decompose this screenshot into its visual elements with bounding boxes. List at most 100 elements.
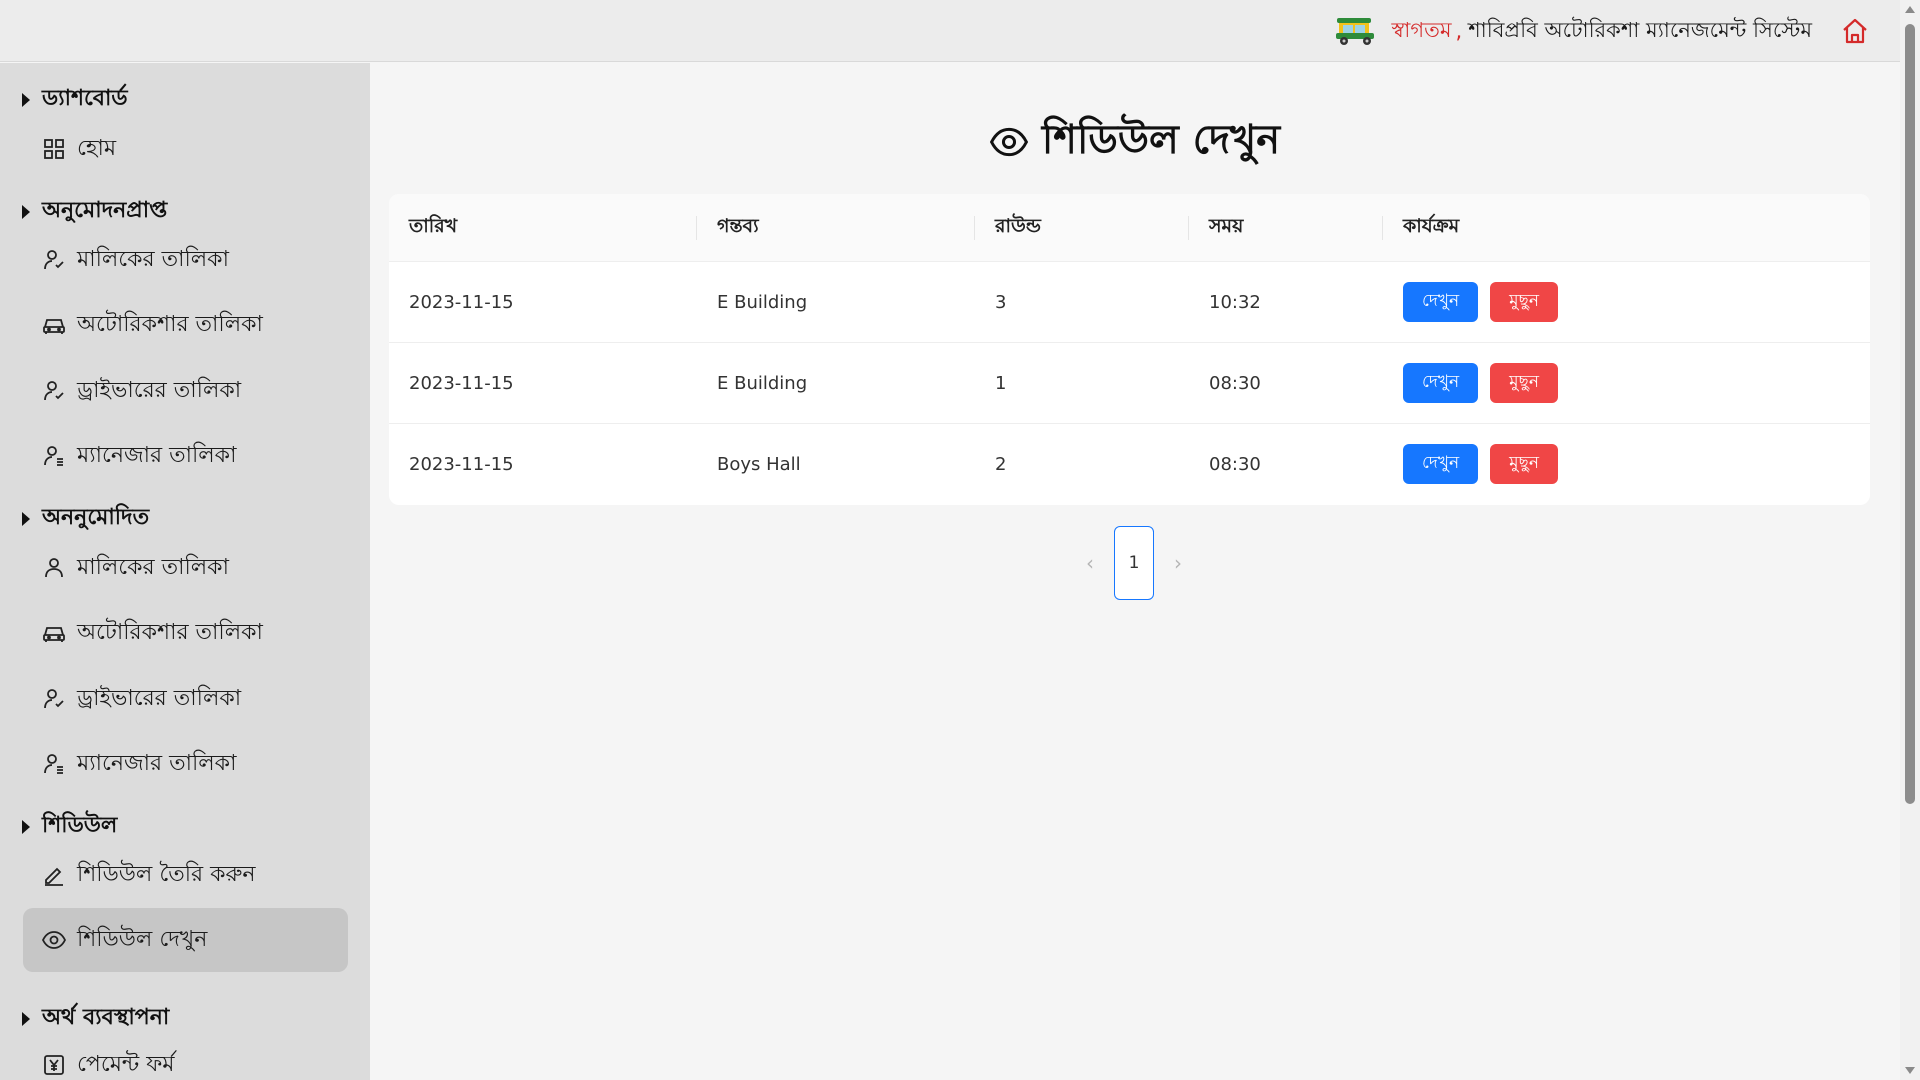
caret-right-icon [22,1011,30,1026]
column-header-actions: কার্যক্রম [1403,215,1460,237]
column-divider [1188,216,1189,240]
sidebar-group-title: অর্থ ব্যবস্থাপনা [42,1005,170,1030]
sidebar-item-label: পেমেন্ট ফর্ম [77,1051,175,1077]
cell-destination: Boys Hall [717,453,801,475]
sidebar-item-label: শিডিউল তৈরি করুন [77,861,256,887]
column-header-time: সময় [1209,215,1244,237]
table-row: 2023-11-15 E Building 3 10:32 দেখুন মুছু… [389,262,1870,343]
user-settings-icon [41,751,67,777]
cell-round: 2 [995,453,1007,475]
cell-time: 08:30 [1209,453,1261,475]
sidebar-group-title: শিডিউল [42,813,118,838]
sidebar-item-create-schedule[interactable]: শিডিউল তৈরি করুন [23,843,348,907]
view-button[interactable]: দেখুন [1403,363,1479,403]
caret-right-icon [22,819,30,834]
sidebar-item-unapproved-owners[interactable]: মালিকের তালিকা [23,536,348,600]
scroll-down-icon[interactable] [1905,1067,1915,1074]
scroll-up-icon[interactable] [1905,6,1915,13]
sidebar-item-label: মালিকের তালিকা [77,246,229,272]
sidebar-group-finance[interactable]: অর্থ ব্যবস্থাপনা [22,1000,169,1037]
sidebar-item-approved-owners[interactable]: মালিকের তালিকা [23,228,348,292]
eye-icon [989,122,1030,162]
pagination-page-1[interactable]: 1 [1114,526,1154,600]
eye-icon [41,927,67,953]
pagination: ‹ 1 › [1070,526,1198,600]
cell-actions: দেখুন মুছুন [1403,424,1559,504]
autorickshaw-logo-icon [1333,15,1379,47]
cell-round: 3 [995,291,1007,313]
delete-button[interactable]: মুছুন [1490,444,1559,484]
delete-button[interactable]: মুছুন [1490,282,1559,322]
user-check-icon [41,247,67,273]
page-title-text: শিডিউল দেখুন [1041,117,1281,163]
user-settings-icon [41,443,67,469]
sidebar: ড্যাশবোর্ড হোম অনুমোদনপ্রাপ্ত মালিকের তা… [0,63,370,1080]
car-icon [41,312,67,338]
system-name: শাবিপ্রবি অটোরিকশা ম্যানেজমেন্ট সিস্টেম [1468,17,1812,42]
delete-button[interactable]: মুছুন [1490,363,1559,403]
cell-destination: E Building [717,291,808,313]
cell-round: 1 [995,372,1007,394]
scroll-thumb[interactable] [1905,24,1915,804]
column-divider [974,216,975,240]
column-header-date: তারিখ [409,215,458,237]
column-header-round: রাউন্ড [995,215,1041,237]
schedule-table: তারিখ গন্তব্য রাউন্ড সময় কার্যক্রম 2023… [389,194,1870,505]
table-row: 2023-11-15 E Building 1 08:30 দেখুন মুছু… [389,343,1870,424]
pagination-prev-icon[interactable]: ‹ [1070,526,1110,600]
user-check-icon [41,378,67,404]
sidebar-item-label: শিডিউল দেখুন [77,926,208,952]
cell-actions: দেখুন মুছুন [1403,262,1559,342]
caret-right-icon [22,204,30,219]
sidebar-item-view-schedule[interactable]: শিডিউল দেখুন [23,908,348,972]
sidebar-item-approved-managers[interactable]: ম্যানেজার তালিকা [23,424,348,488]
sidebar-item-unapproved-managers[interactable]: ম্যানেজার তালিকা [23,732,348,796]
caret-right-icon [22,511,30,526]
sidebar-item-label: মালিকের তালিকা [77,554,229,580]
page-title: শিডিউল দেখুন [370,108,1900,175]
view-button[interactable]: দেখুন [1403,444,1479,484]
grid-icon [41,136,67,162]
page-scrollbar[interactable] [1900,0,1920,1080]
sidebar-item-unapproved-drivers[interactable]: ড্রাইভারের তালিকা [23,667,348,731]
column-divider [1382,216,1383,240]
car-icon [41,620,67,646]
header-separator: , [1455,19,1463,43]
pagination-next-icon[interactable]: › [1158,526,1198,600]
sidebar-group-title: অনুমোদনপ্রাপ্ত [42,198,168,223]
sidebar-group-unapproved[interactable]: অননুমোদিত [22,500,149,537]
sidebar-group-schedule[interactable]: শিডিউল [22,808,117,845]
cell-date: 2023-11-15 [409,372,514,394]
sidebar-item-approved-autorickshaws[interactable]: অটোরিকশার তালিকা [23,293,348,357]
sidebar-item-payment-form[interactable]: পেমেন্ট ফর্ম [23,1033,348,1080]
sidebar-item-label: ড্রাইভারের তালিকা [77,685,242,711]
home-icon[interactable] [1840,16,1870,46]
cell-date: 2023-11-15 [409,453,514,475]
sidebar-group-approved[interactable]: অনুমোদনপ্রাপ্ত [22,193,167,230]
table-row: 2023-11-15 Boys Hall 2 08:30 দেখুন মুছুন [389,424,1870,505]
sidebar-item-label: হোম [77,135,117,161]
column-divider [696,216,697,240]
cell-actions: দেখুন মুছুন [1403,343,1559,423]
cell-destination: E Building [717,372,808,394]
sidebar-item-home[interactable]: হোম [23,117,348,181]
yen-icon [41,1052,67,1078]
sidebar-item-unapproved-autorickshaws[interactable]: অটোরিকশার তালিকা [23,601,348,665]
sidebar-item-label: ড্রাইভারের তালিকা [77,377,242,403]
caret-right-icon [22,92,30,107]
top-header: স্বাগতম , শাবিপ্রবি অটোরিকশা ম্যানেজমেন্… [0,0,1900,62]
sidebar-item-label: ম্যানেজার তালিকা [77,750,237,776]
sidebar-group-title: অননুমোদিত [42,505,150,530]
cell-time: 10:32 [1209,291,1261,313]
sidebar-item-approved-drivers[interactable]: ড্রাইভারের তালিকা [23,359,348,423]
sidebar-group-title: ড্যাশবোর্ড [42,86,128,111]
welcome-text: স্বাগতম [1391,17,1452,42]
view-button[interactable]: দেখুন [1403,282,1479,322]
user-icon [41,555,67,581]
pencil-icon [41,862,67,888]
sidebar-group-dashboard[interactable]: ড্যাশবোর্ড [22,81,128,118]
sidebar-item-label: অটোরিকশার তালিকা [77,619,263,645]
cell-date: 2023-11-15 [409,291,514,313]
sidebar-item-label: অটোরিকশার তালিকা [77,311,263,337]
user-check-icon [41,686,67,712]
